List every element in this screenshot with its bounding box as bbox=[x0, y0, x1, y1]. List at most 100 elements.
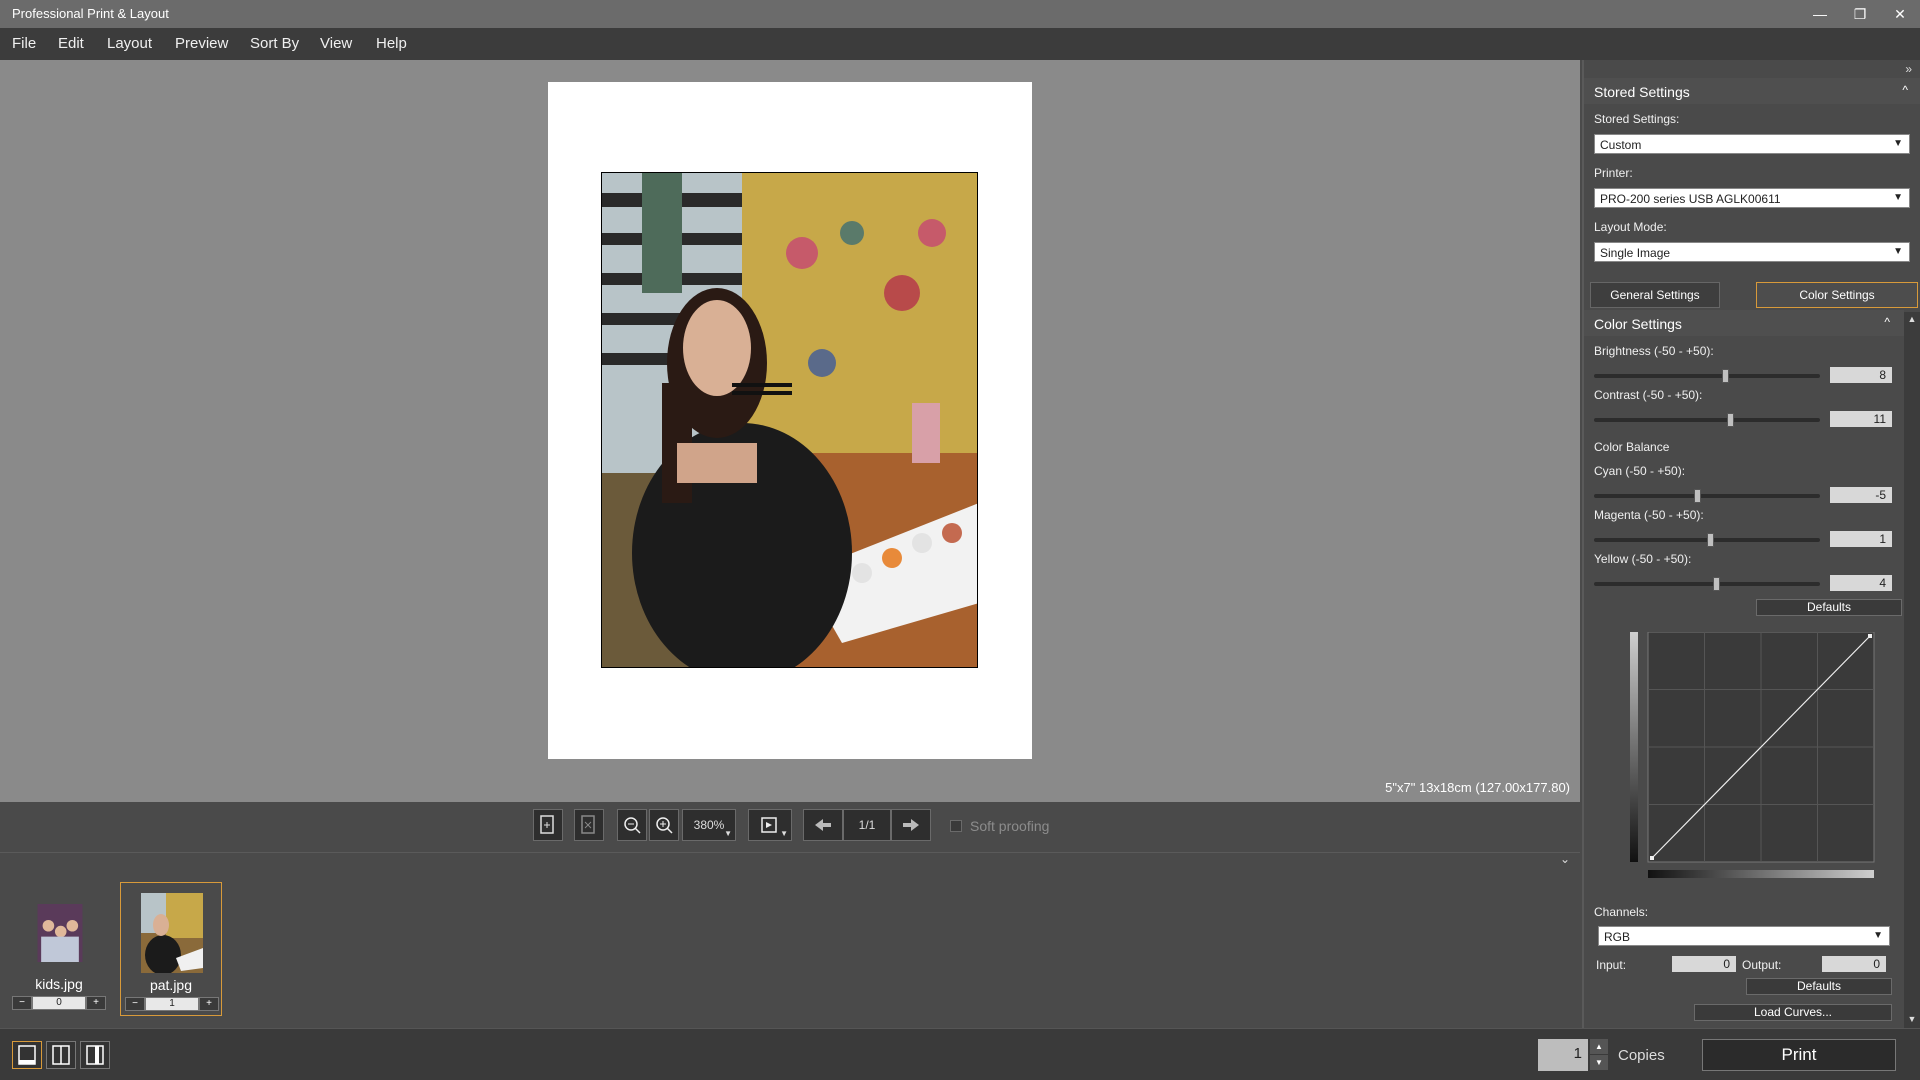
contrast-slider-thumb[interactable] bbox=[1727, 413, 1734, 427]
output-value[interactable]: 0 bbox=[1822, 956, 1886, 972]
zoom-level-dropdown[interactable]: 380% ▼ bbox=[682, 809, 736, 841]
menu-sort-by[interactable]: Sort By bbox=[250, 35, 299, 52]
close-button[interactable]: ✕ bbox=[1880, 0, 1920, 28]
brightness-slider-thumb[interactable] bbox=[1722, 369, 1729, 383]
yellow-slider[interactable] bbox=[1594, 582, 1820, 586]
chevron-down-icon: ▼ bbox=[1893, 138, 1903, 149]
photo-image bbox=[602, 173, 977, 667]
preview-toolbar: 380% ▼ ▼ 1/1 Soft proofing bbox=[0, 802, 1580, 852]
stored-settings-header[interactable]: Stored Settings ^ bbox=[1584, 78, 1920, 104]
decrement-button[interactable]: − bbox=[12, 996, 32, 1010]
menu-layout[interactable]: Layout bbox=[107, 35, 152, 52]
layout-canvas[interactable]: 5"x7" 13x18cm (127.00x177.80) bbox=[0, 60, 1580, 802]
panel-scrollbar[interactable]: ▲ ▼ bbox=[1904, 312, 1920, 1028]
copies-down-button[interactable]: ▼ bbox=[1590, 1055, 1608, 1070]
zoom-out-button[interactable] bbox=[617, 809, 647, 841]
channels-dropdown[interactable]: RGB ▼ bbox=[1598, 926, 1890, 946]
compare-view-icon bbox=[86, 1045, 104, 1065]
yellow-value[interactable]: 4 bbox=[1830, 575, 1892, 591]
thumbnail-item[interactable]: kids.jpg − 0 + bbox=[8, 882, 110, 1016]
printer-dropdown[interactable]: PRO-200 series USB AGLK00611 ▼ bbox=[1594, 188, 1910, 208]
checkbox-box bbox=[950, 820, 962, 832]
contrast-value[interactable]: 11 bbox=[1830, 411, 1892, 427]
copies-label: Copies bbox=[1618, 1047, 1665, 1064]
channels-label: Channels: bbox=[1594, 905, 1649, 919]
menu-preview[interactable]: Preview bbox=[175, 35, 228, 52]
cyan-label: Cyan (-50 - +50): bbox=[1594, 464, 1686, 478]
delete-page-button[interactable] bbox=[574, 809, 604, 841]
chevron-down-icon: ▼ bbox=[1893, 246, 1903, 257]
contrast-label: Contrast (-50 - +50): bbox=[1594, 388, 1703, 402]
paper-size-label: 5"x7" 13x18cm (127.00x177.80) bbox=[1385, 780, 1570, 795]
color-defaults-button[interactable]: Defaults bbox=[1756, 599, 1902, 616]
scroll-up-icon[interactable]: ▲ bbox=[1906, 314, 1918, 326]
brightness-value[interactable]: 8 bbox=[1830, 367, 1892, 383]
copies-stepper[interactable]: − 0 + bbox=[12, 996, 106, 1010]
copies-input[interactable]: 1 bbox=[1538, 1039, 1588, 1071]
magenta-slider-thumb[interactable] bbox=[1707, 533, 1714, 547]
copies-value[interactable]: 1 bbox=[145, 997, 199, 1011]
zoom-in-button[interactable] bbox=[649, 809, 679, 841]
load-curves-button[interactable]: Load Curves... bbox=[1694, 1004, 1892, 1021]
title-bar: Professional Print & Layout — ❐ ✕ bbox=[0, 0, 1920, 28]
paper-preview[interactable] bbox=[548, 82, 1032, 759]
menu-help[interactable]: Help bbox=[376, 35, 407, 52]
layout-mode-dropdown[interactable]: Single Image ▼ bbox=[1594, 242, 1910, 262]
scroll-down-icon[interactable]: ▼ bbox=[1906, 1014, 1918, 1026]
single-view-icon bbox=[18, 1045, 36, 1065]
tab-general-settings[interactable]: General Settings bbox=[1590, 282, 1720, 308]
magenta-label: Magenta (-50 - +50): bbox=[1594, 508, 1704, 522]
cyan-slider-thumb[interactable] bbox=[1694, 489, 1701, 503]
add-page-button[interactable] bbox=[533, 809, 563, 841]
soft-proofing-checkbox[interactable]: Soft proofing bbox=[950, 818, 1049, 834]
copies-up-button[interactable]: ▲ bbox=[1590, 1039, 1608, 1054]
single-view-button[interactable] bbox=[12, 1041, 42, 1069]
stored-settings-dropdown[interactable]: Custom ▼ bbox=[1594, 134, 1910, 154]
menu-view[interactable]: View bbox=[320, 35, 352, 52]
cyan-value[interactable]: -5 bbox=[1830, 487, 1892, 503]
view-mode-dropdown[interactable]: ▼ bbox=[748, 809, 792, 841]
input-value[interactable]: 0 bbox=[1672, 956, 1736, 972]
brightness-slider[interactable] bbox=[1594, 374, 1820, 378]
layout-mode-label: Layout Mode: bbox=[1594, 220, 1667, 234]
contrast-slider[interactable] bbox=[1594, 418, 1820, 422]
restore-button[interactable]: ❐ bbox=[1840, 0, 1880, 28]
soft-proofing-label: Soft proofing bbox=[970, 818, 1050, 834]
tab-color-settings[interactable]: Color Settings bbox=[1756, 282, 1918, 308]
increment-button[interactable]: + bbox=[199, 997, 219, 1011]
minimize-button[interactable]: — bbox=[1800, 0, 1840, 28]
tone-curve-graph[interactable] bbox=[1630, 632, 1880, 892]
split-view-button[interactable] bbox=[46, 1041, 76, 1069]
menu-edit[interactable]: Edit bbox=[58, 35, 84, 52]
copies-stepper[interactable]: − 1 + bbox=[125, 997, 219, 1011]
decrement-button[interactable]: − bbox=[125, 997, 145, 1011]
cyan-slider[interactable] bbox=[1594, 494, 1820, 498]
thumbnail-name: pat.jpg bbox=[149, 977, 193, 993]
status-bar: 1 ▲ ▼ Copies Print bbox=[0, 1028, 1920, 1080]
dropdown-value: Custom bbox=[1600, 138, 1642, 152]
compare-view-button[interactable] bbox=[80, 1041, 110, 1069]
yellow-slider-thumb[interactable] bbox=[1713, 577, 1720, 591]
window-title: Professional Print & Layout bbox=[12, 6, 169, 21]
menu-file[interactable]: File bbox=[12, 35, 36, 52]
chevron-down-icon: ▼ bbox=[1873, 930, 1883, 941]
brightness-label: Brightness (-50 - +50): bbox=[1594, 344, 1714, 358]
previous-page-button[interactable] bbox=[803, 809, 843, 841]
dropdown-value: Single Image bbox=[1600, 246, 1671, 260]
next-page-button[interactable] bbox=[891, 809, 931, 841]
print-preview-icon bbox=[761, 817, 777, 833]
collapse-panel-icon[interactable]: » bbox=[1905, 62, 1912, 76]
photo-preview[interactable] bbox=[601, 172, 978, 668]
increment-button[interactable]: + bbox=[86, 996, 106, 1010]
arrow-left-icon bbox=[815, 819, 831, 831]
yellow-label: Yellow (-50 - +50): bbox=[1594, 552, 1692, 566]
copies-value[interactable]: 0 bbox=[32, 996, 86, 1010]
thumbnail-item-selected[interactable]: pat.jpg − 1 + bbox=[120, 882, 222, 1016]
color-settings-header[interactable]: Color Settings ^ bbox=[1584, 310, 1904, 336]
curve-defaults-button[interactable]: Defaults bbox=[1746, 978, 1892, 995]
collapse-strip-icon[interactable]: ⌄ bbox=[1560, 852, 1570, 866]
input-label: Input: bbox=[1596, 958, 1627, 972]
chevron-down-icon: ▼ bbox=[724, 829, 732, 838]
print-button[interactable]: Print bbox=[1702, 1039, 1896, 1071]
magenta-value[interactable]: 1 bbox=[1830, 531, 1892, 547]
